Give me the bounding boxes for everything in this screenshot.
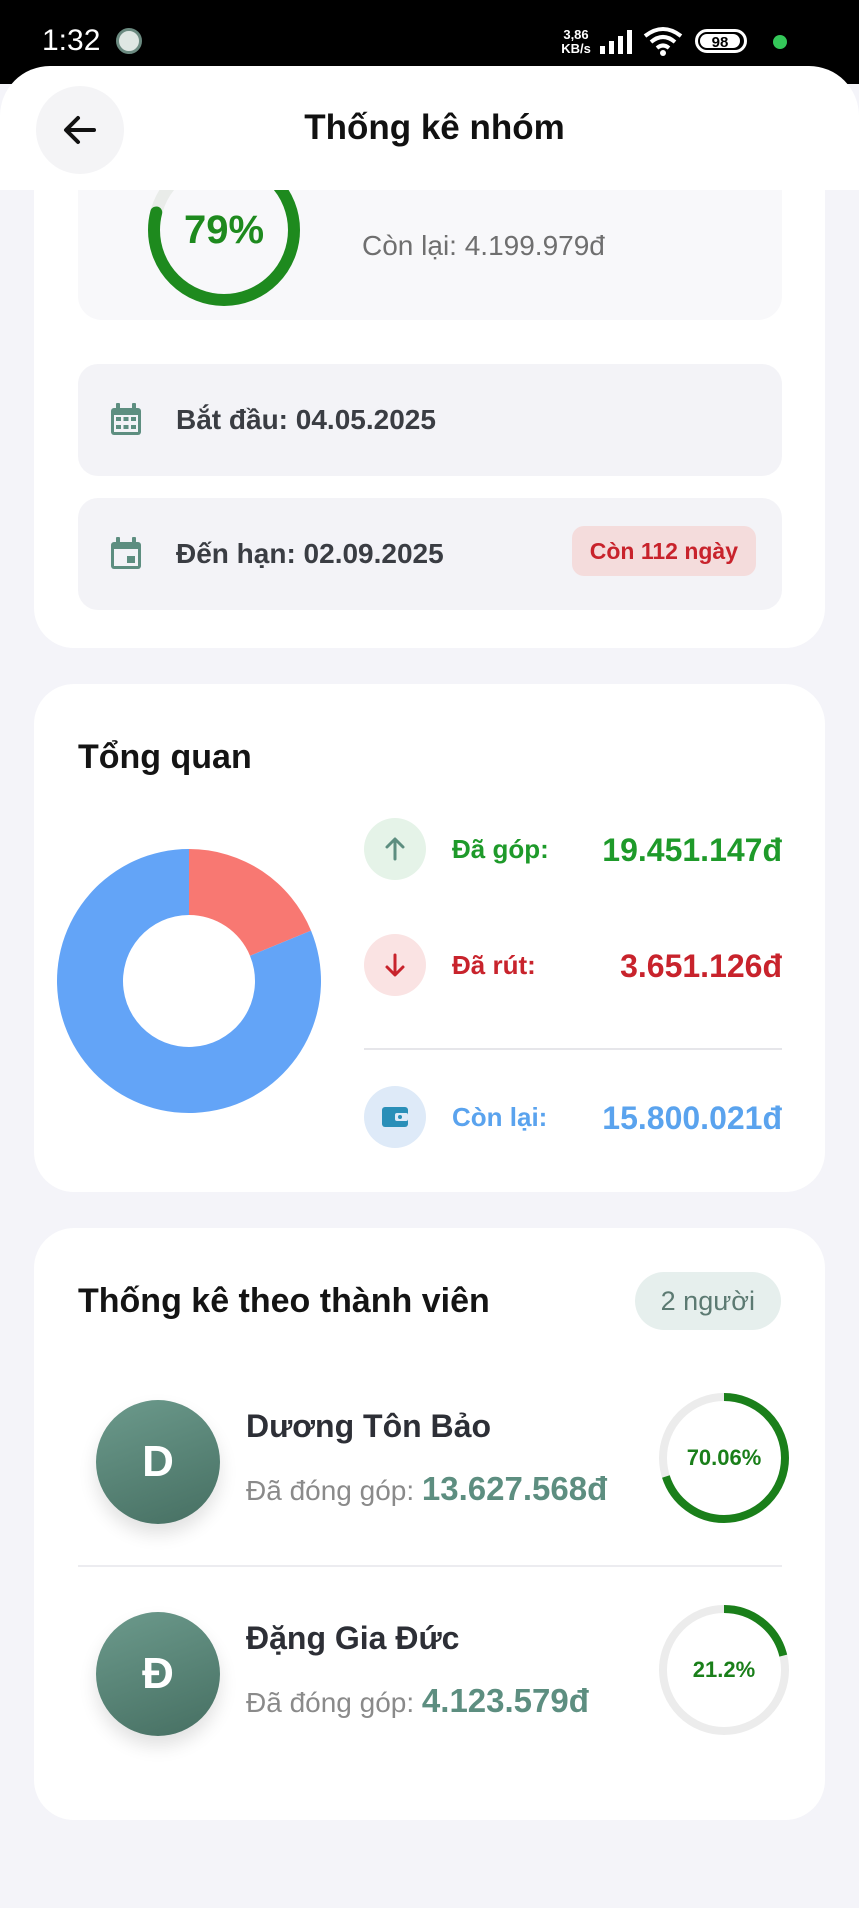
privacy-indicator-dot xyxy=(773,35,787,49)
calendar-icon xyxy=(111,403,141,435)
member-contribution-amount: 4.123.579đ xyxy=(421,1682,589,1719)
avatar: Đ xyxy=(96,1612,220,1736)
due-date-text: Đến hạn: 02.09.2025 xyxy=(176,538,444,569)
start-date-box: Bắt đầu: 04.05.2025 xyxy=(78,364,782,476)
contributed-row: Đã góp: 19.451.147đ xyxy=(364,818,782,880)
arrow-up-icon xyxy=(364,818,426,880)
remaining-value: 15.800.021đ xyxy=(602,1100,782,1136)
remaining-amount: Còn lại: 4.199.979đ xyxy=(362,230,605,261)
app-notification-icon xyxy=(116,28,142,54)
overview-donut-chart xyxy=(56,849,321,1113)
withdrawn-row: Đã rút: 3.651.126đ xyxy=(364,934,782,996)
due-date-box: Đến hạn: 02.09.2025 Còn 112 ngày xyxy=(78,498,782,610)
contributed-label: Đã góp: xyxy=(452,834,549,864)
overview-title: Tổng quan xyxy=(78,738,252,776)
days-left-badge: Còn 112 ngày xyxy=(571,526,756,576)
app-header: Thống kê nhóm xyxy=(0,66,859,190)
signal-icon xyxy=(600,30,632,54)
network-speed-unit: KB/s xyxy=(561,41,591,56)
member-percent: 21.2% xyxy=(692,1657,756,1682)
wallet-icon xyxy=(364,1086,426,1148)
battery-icon: 98 xyxy=(695,29,747,53)
contributed-value: 19.451.147đ xyxy=(602,832,782,868)
avatar: D xyxy=(96,1400,220,1524)
member-contribution-amount: 13.627.568đ xyxy=(421,1470,608,1507)
arrow-down-icon xyxy=(364,934,426,996)
member-stats-card: Thống kê theo thành viên 2 người D Dương… xyxy=(34,1228,825,1820)
wifi-icon xyxy=(643,27,683,56)
network-speed: 3,86 KB/s xyxy=(559,28,593,56)
start-date-text: Bắt đầu: 04.05.2025 xyxy=(176,404,436,435)
divider xyxy=(364,1048,782,1050)
battery-level: 98 xyxy=(700,34,740,51)
remaining-label: Còn lại: xyxy=(452,1102,548,1132)
member-contribution-label: Đã đóng góp: xyxy=(246,1475,415,1506)
member-stats-title: Thống kê theo thành viên xyxy=(78,1282,490,1320)
member-name: Dương Tôn Bảo xyxy=(246,1408,491,1444)
member-contribution: Đã đóng góp: 4.123.579đ xyxy=(246,1682,589,1720)
member-row[interactable]: D Dương Tôn Bảo Đã đóng góp: 13.627.568đ… xyxy=(78,1390,789,1530)
remaining-row: Còn lại: 15.800.021đ xyxy=(364,1086,782,1148)
status-time: 1:32 xyxy=(42,24,101,57)
withdrawn-label: Đã rút: xyxy=(452,950,536,980)
page-title: Thống kê nhóm xyxy=(304,108,565,147)
withdrawn-value: 3.651.126đ xyxy=(620,948,782,984)
member-contribution-label: Đã đóng góp: xyxy=(246,1687,415,1718)
member-percent: 70.06% xyxy=(686,1445,762,1470)
member-contribution: Đã đóng góp: 13.627.568đ xyxy=(246,1470,607,1508)
network-speed-value: 3,86 xyxy=(563,27,589,42)
overview-card: Tổng quan Đã góp: 19.451.147đ Đã rút: 3.… xyxy=(34,684,825,1192)
member-count-badge: 2 người xyxy=(634,1272,781,1330)
member-divider xyxy=(78,1565,782,1567)
member-row[interactable]: Đ Đặng Gia Đức Đã đóng góp: 4.123.579đ 2… xyxy=(78,1602,789,1742)
member-name: Đặng Gia Đức xyxy=(246,1620,460,1656)
calendar-event-icon xyxy=(111,537,141,569)
